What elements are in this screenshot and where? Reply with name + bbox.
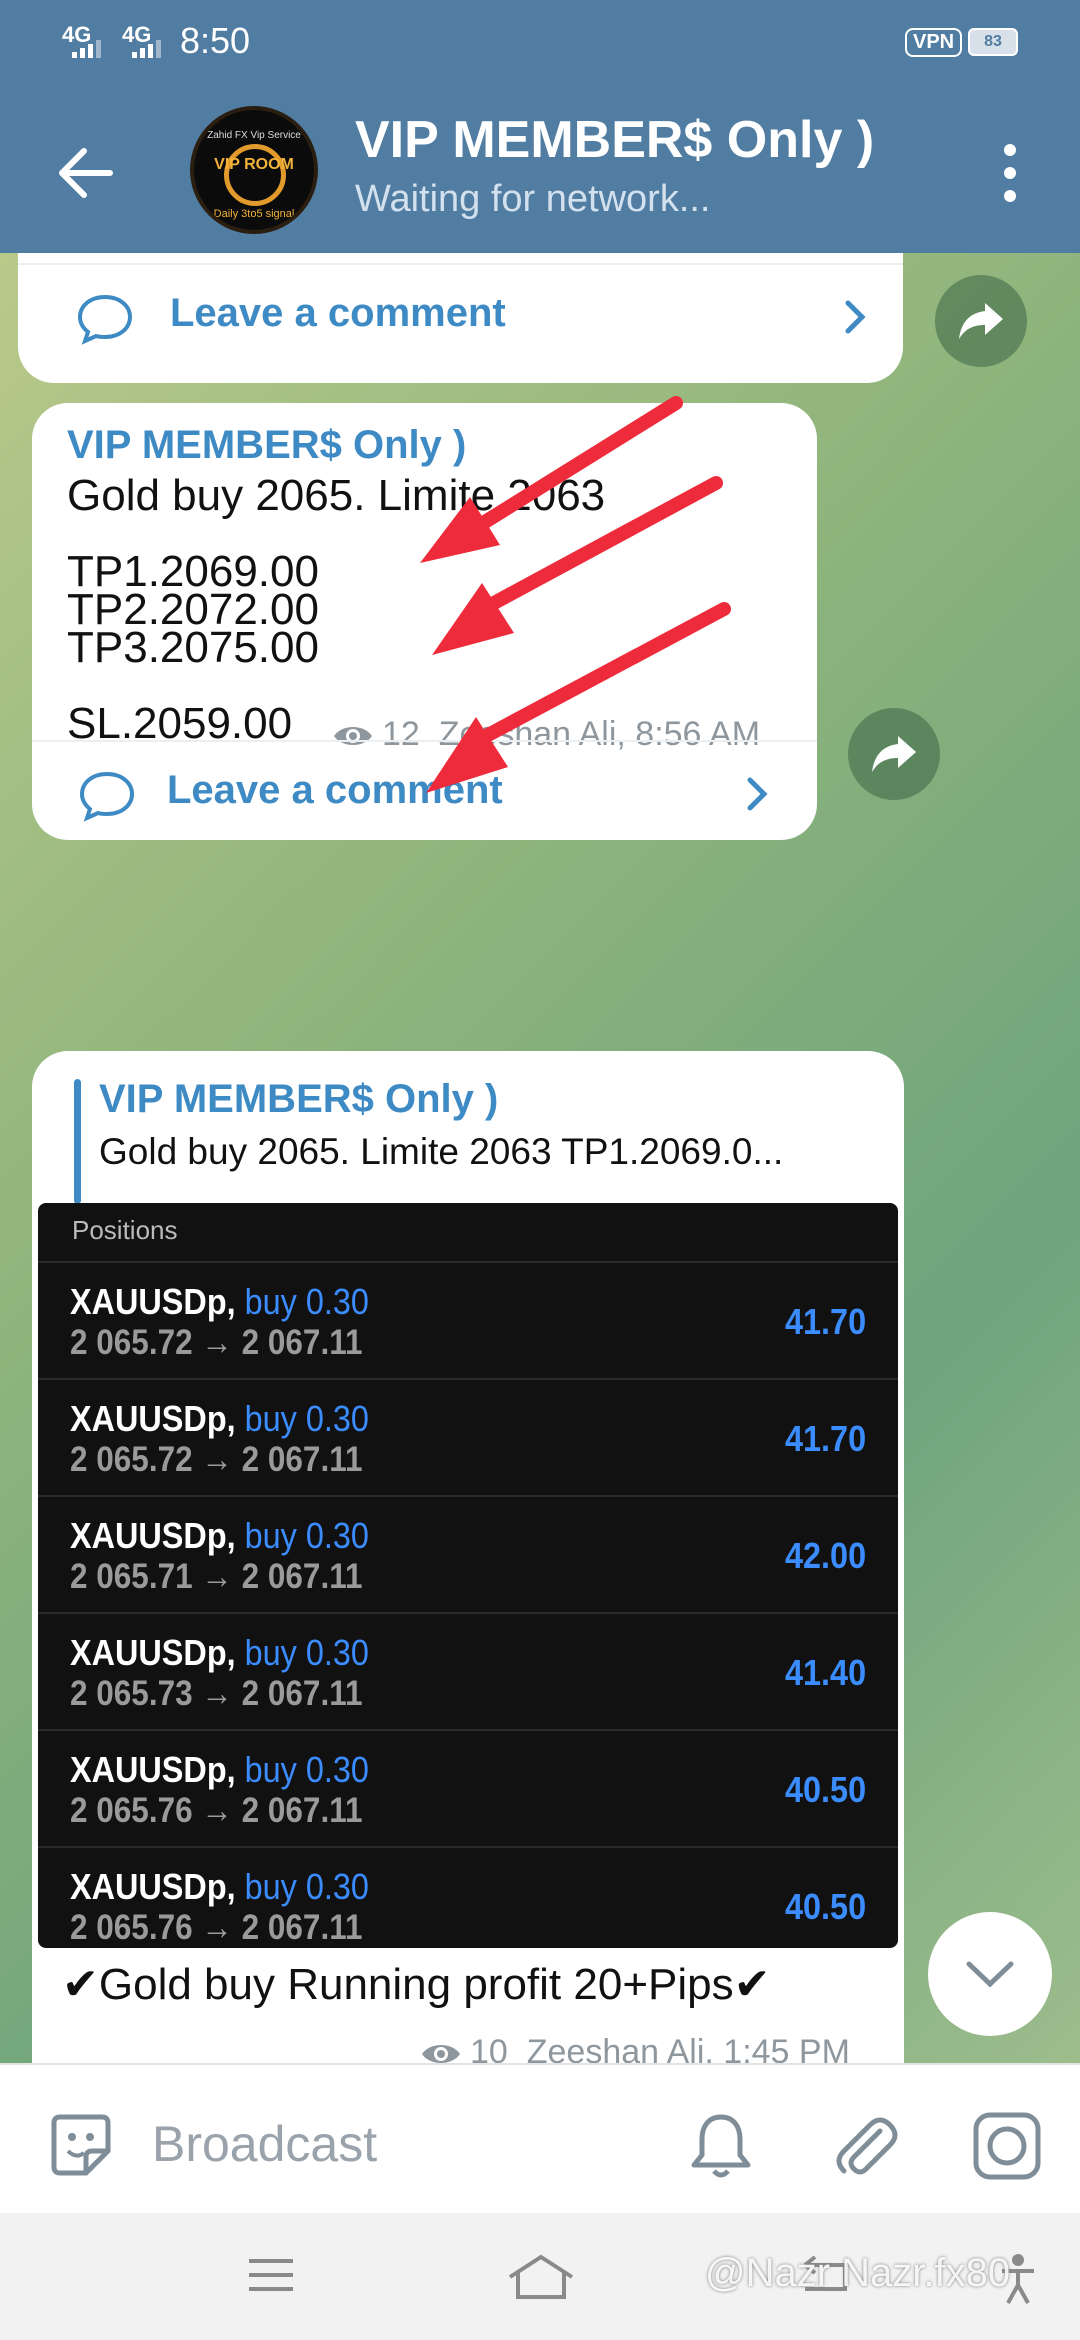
position-row: XAUUSDp, buy 0.30 2 065.76 → 2 067.11 40… (38, 1848, 898, 1948)
position-symbol: XAUUSDp, (70, 1749, 236, 1790)
reply-author[interactable]: VIP MEMBER$ Only ) (99, 1077, 498, 1122)
position-symbol: XAUUSDp, (70, 1398, 236, 1439)
chat-header: Zahid FX Vip Service VIP ROOM Daily 3to5… (0, 88, 1080, 253)
connection-status: Waiting for network... (355, 178, 711, 220)
position-prices: 2 065.76 → 2 067.11 (70, 1908, 363, 1947)
position-symbol: XAUUSDp, (70, 1281, 236, 1322)
signal-bars-icon (132, 40, 161, 58)
sticker-icon[interactable] (44, 2109, 118, 2183)
channel-avatar[interactable]: Zahid FX Vip Service VIP ROOM Daily 3to5… (190, 106, 318, 234)
channel-title[interactable]: VIP MEMBER$ Only ) (355, 110, 874, 170)
broadcast-bar: Broadcast (0, 2063, 1080, 2213)
broadcast-input[interactable]: Broadcast (152, 2115, 377, 2173)
battery-indicator: 83 (968, 28, 1018, 56)
position-side: buy 0.30 (244, 1632, 369, 1673)
message-meta: 10 Zeeshan Ali, 1:45 PM (420, 2033, 850, 2063)
clock: 8:50 (180, 20, 251, 61)
position-side: buy 0.30 (244, 1281, 369, 1322)
position-symbol: XAUUSDp, (70, 1866, 236, 1907)
position-side: buy 0.30 (244, 1866, 369, 1907)
position-prices: 2 065.76 → 2 067.11 (70, 1791, 363, 1830)
position-profit: 41.70 (784, 1418, 866, 1459)
system-nav-bar: @Nazr Nazr.fx80 (0, 2213, 1080, 2340)
scroll-down-button[interactable] (928, 1912, 1052, 2036)
position-profit: 40.50 (784, 1769, 866, 1810)
message-signature: Zeeshan Ali, 1:45 PM (526, 2033, 850, 2063)
reply-indicator (74, 1079, 81, 1204)
position-side: buy 0.30 (244, 1398, 369, 1439)
more-options-icon[interactable] (990, 138, 1030, 208)
home-icon[interactable] (506, 2253, 576, 2301)
attach-icon[interactable] (830, 2109, 900, 2183)
position-prices: 2 065.72 → 2 067.11 (70, 1323, 363, 1362)
avatar-ring-icon (224, 144, 286, 206)
message-caption: ✔Gold buy Running profit 20+Pips✔ (62, 1960, 771, 2009)
position-prices: 2 065.72 → 2 067.11 (70, 1440, 363, 1479)
position-row: XAUUSDp, buy 0.30 2 065.71 → 2 067.11 42… (38, 1497, 898, 1614)
position-side: buy 0.30 (244, 1749, 369, 1790)
position-profit: 40.50 (784, 1886, 866, 1927)
annotation-arrows (420, 396, 731, 793)
camera-icon[interactable] (970, 2109, 1044, 2183)
position-row: XAUUSDp, buy 0.30 2 065.72 → 2 067.11 41… (38, 1380, 898, 1497)
position-profit: 41.40 (784, 1652, 866, 1693)
positions-screenshot[interactable]: Positions XAUUSDp, buy 0.30 2 065.72 → 2… (38, 1203, 898, 1948)
bell-icon[interactable] (686, 2109, 756, 2183)
position-side: buy 0.30 (244, 1515, 369, 1556)
back-arrow-icon[interactable] (50, 138, 120, 208)
status-bar: 4G 4G 8:50 VPN 83 (0, 0, 1080, 88)
position-prices: 2 065.71 → 2 067.11 (70, 1557, 363, 1596)
position-row: XAUUSDp, buy 0.30 2 065.72 → 2 067.11 41… (38, 1263, 898, 1380)
chevron-down-icon (966, 1961, 1014, 1988)
position-profit: 41.70 (784, 1301, 866, 1342)
views-icon (422, 2045, 460, 2063)
vpn-badge: VPN (905, 28, 963, 57)
position-row: XAUUSDp, buy 0.30 2 065.76 → 2 067.11 40… (38, 1731, 898, 1848)
watermark: @Nazr Nazr.fx80 (705, 2251, 1011, 2295)
position-row: XAUUSDp, buy 0.30 2 065.73 → 2 067.11 41… (38, 1614, 898, 1731)
position-prices: 2 065.73 → 2 067.11 (70, 1674, 363, 1713)
avatar-text: VIP ROOM (214, 156, 294, 173)
view-count: 10 (470, 2033, 508, 2063)
position-symbol: XAUUSDp, (70, 1632, 236, 1673)
red-arrow-icon (420, 396, 683, 563)
recent-apps-icon[interactable] (245, 2253, 297, 2297)
positions-header: Positions (38, 1203, 898, 1263)
reply-preview[interactable]: Gold buy 2065. Limite 2063 TP1.2069.0... (99, 1131, 939, 1173)
position-symbol: XAUUSDp, (70, 1515, 236, 1556)
chat-area[interactable]: Leave a comment VIP MEMBER$ Only ) Gold … (0, 253, 1080, 2063)
signal-bars-icon (72, 40, 101, 58)
avatar-text: Daily 3to5 signal (213, 208, 295, 220)
avatar-text: Zahid FX Vip Service (207, 130, 301, 141)
position-profit: 42.00 (784, 1535, 866, 1576)
message-bubble: VIP MEMBER$ Only ) Gold buy 2065. Limite… (32, 1051, 904, 2063)
